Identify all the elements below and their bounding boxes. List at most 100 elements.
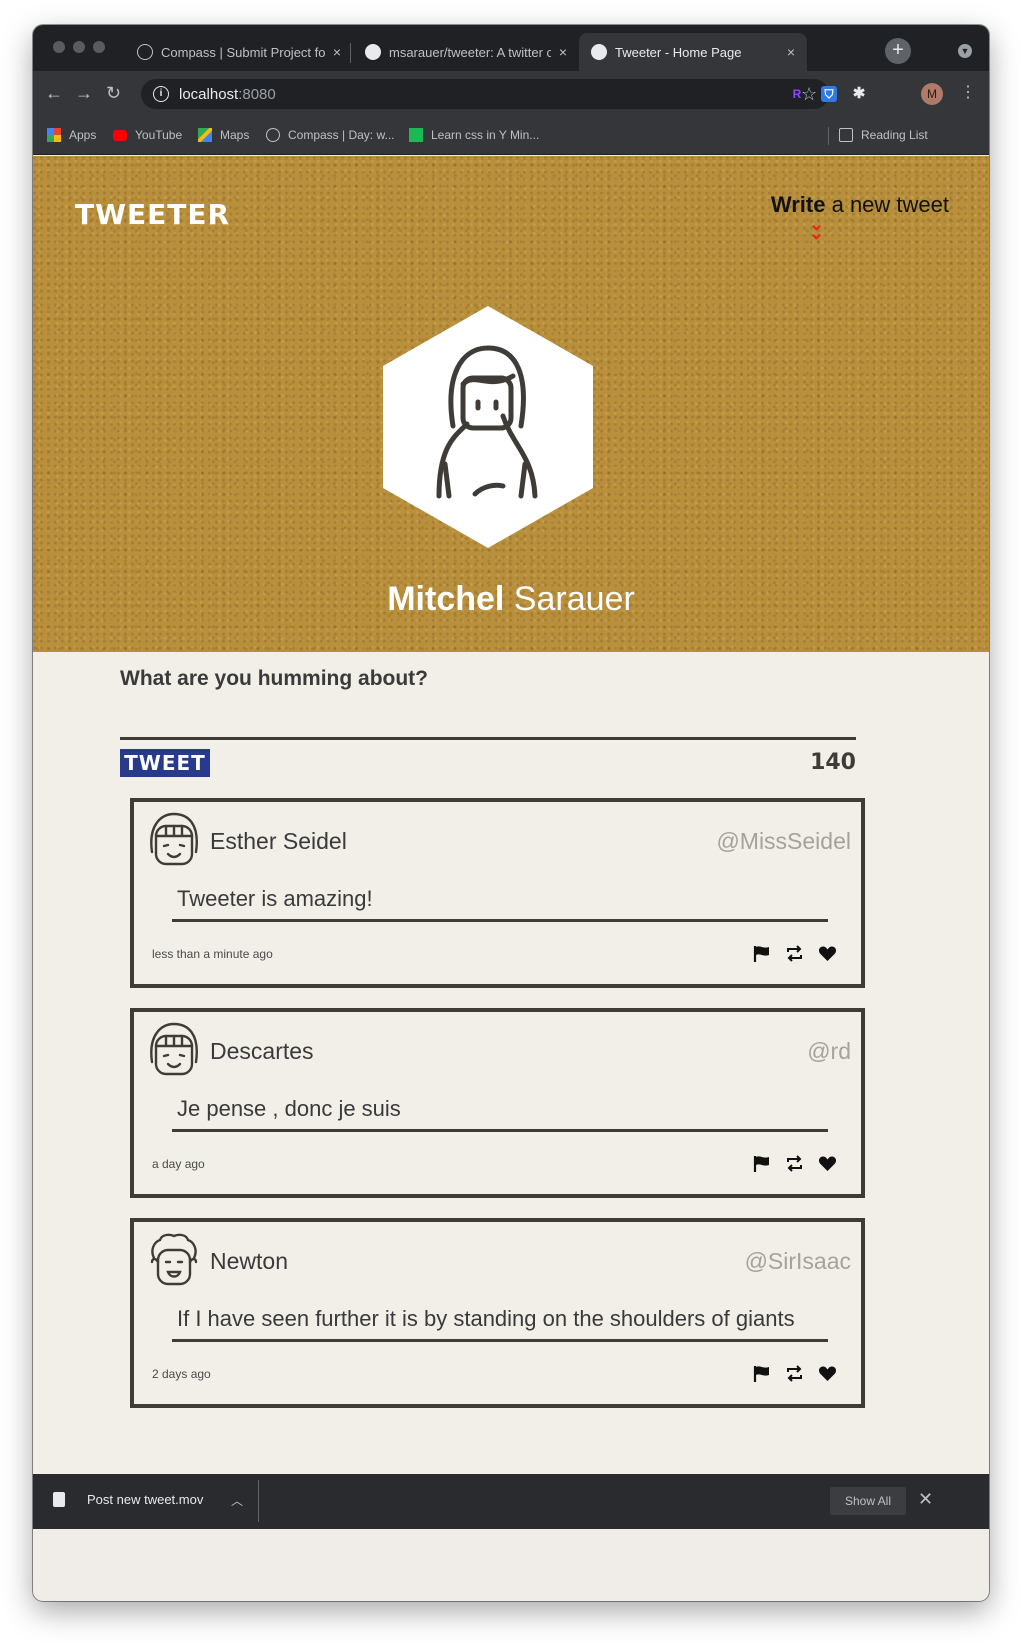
bookmark-compass[interactable]: Compass | Day: w... [266, 128, 394, 142]
new-tab-button[interactable]: + [885, 38, 911, 64]
browser-toolbar: ← → ↻ i localhost:8080 ☆ R ⛉ ✱ M ⋮ [33, 71, 989, 117]
reading-list-button[interactable]: Reading List [839, 128, 928, 142]
brand-logo[interactable]: TWEETER [75, 198, 230, 231]
profile-username: Mitchel Sarauer [33, 580, 989, 619]
download-item[interactable]: Post new tweet.mov [53, 1492, 203, 1507]
close-icon[interactable]: ✕ [918, 1489, 933, 1510]
tab-github[interactable]: msarauer/tweeter: A twitter clo × [353, 33, 579, 71]
window-close-dot[interactable] [53, 41, 65, 53]
tweet-timestamp: a day ago [152, 1157, 205, 1171]
flag-icon[interactable] [752, 944, 771, 963]
tab-title: Tweeter - Home Page [615, 44, 742, 60]
profile-avatar[interactable]: M [921, 83, 943, 105]
bookmark-label: Maps [220, 128, 250, 142]
globe-favicon-icon [591, 44, 607, 60]
tab-close-icon[interactable]: × [333, 44, 341, 60]
bookmarks-bar: Apps YouTube Maps Compass | Day: w... Le… [33, 117, 989, 155]
username-last: Sarauer [504, 580, 635, 618]
tweet-author-handle: @rd [807, 1038, 851, 1064]
tweet-submit-button[interactable]: TWEET [120, 749, 210, 777]
tweeter-page: TWEETER Write a new tweet ⌄ ⌄ Mitchel Sa… [33, 156, 989, 1501]
flag-icon[interactable] [752, 1364, 771, 1383]
compose-prompt: What are you humming about? [120, 667, 428, 690]
tab-search-icon[interactable]: ▼ [958, 44, 972, 58]
username-first: Mitchel [387, 580, 505, 618]
tweet-author-name: Esther Seidel [210, 828, 347, 854]
tab-compass[interactable]: Compass | Submit Project for E × [125, 33, 353, 71]
download-bar: Post new tweet.mov ︿ Show All ✕ [33, 1474, 989, 1529]
browser-window: Compass | Submit Project for E × msaraue… [33, 25, 989, 1601]
tab-separator [350, 43, 351, 63]
user-avatar [383, 306, 593, 548]
tab-strip: Compass | Submit Project for E × msaraue… [33, 25, 989, 71]
chevron-up-icon[interactable]: ︿ [231, 1492, 243, 1509]
flag-icon[interactable] [752, 1154, 771, 1173]
tweet-timestamp: 2 days ago [152, 1367, 211, 1381]
forward-arrow-icon[interactable]: → [75, 83, 93, 103]
compass-icon [266, 128, 280, 142]
tweet-content: If I have seen further it is by standing… [172, 1306, 828, 1342]
tweet-card: Newton @SirIsaac If I have seen further … [130, 1218, 865, 1408]
window-minimize-dot[interactable] [73, 41, 85, 53]
reading-list-label: Reading List [861, 128, 928, 142]
address-bar[interactable]: i localhost:8080 [141, 79, 829, 109]
tab-close-icon[interactable]: × [787, 44, 795, 60]
show-all-button[interactable]: Show All [830, 1487, 906, 1515]
extension-r-icon[interactable]: R [789, 86, 805, 102]
learnxiny-icon [409, 128, 423, 142]
tweet-actions [752, 944, 837, 963]
maps-icon [198, 128, 212, 142]
reload-icon[interactable]: ↻ [106, 83, 121, 103]
back-arrow-icon[interactable]: ← [45, 83, 63, 103]
tweet-card: Esther Seidel @MissSeidel Tweeter is ama… [130, 798, 865, 988]
tweet-avatar [150, 1022, 198, 1076]
address-port: :8080 [238, 85, 276, 103]
write-new-tweet-link[interactable]: Write a new tweet [771, 192, 949, 218]
site-info-icon[interactable]: i [153, 86, 169, 102]
window-zoom-dot[interactable] [93, 41, 105, 53]
profile-header: TWEETER Write a new tweet ⌄ ⌄ Mitchel Sa… [33, 156, 989, 652]
retweet-icon[interactable] [785, 944, 804, 963]
address-host: localhost [179, 85, 239, 103]
tweet-author-handle: @MissSeidel [716, 828, 851, 854]
bookmark-learnxiny[interactable]: Learn css in Y Min... [409, 128, 539, 142]
bitwarden-shield-icon[interactable]: ⛉ [821, 86, 837, 102]
tweet-avatar [150, 1233, 198, 1286]
tab-title: msarauer/tweeter: A twitter clo [389, 44, 551, 60]
browser-menu-icon[interactable]: ⋮ [960, 82, 976, 102]
reading-list-icon [839, 128, 853, 142]
bookmark-label: Learn css in Y Min... [431, 128, 540, 142]
tweet-actions [752, 1154, 837, 1173]
heart-icon[interactable] [818, 1154, 837, 1173]
bookmark-label: YouTube [135, 128, 183, 142]
bookmark-label: Apps [69, 128, 97, 142]
heart-icon[interactable] [818, 1364, 837, 1383]
bookmark-label: Compass | Day: w... [288, 128, 395, 142]
tab-close-icon[interactable]: × [559, 44, 567, 60]
tweet-author-name: Descartes [210, 1038, 314, 1064]
apps-grid-icon [47, 128, 61, 142]
bookmark-youtube[interactable]: YouTube [113, 128, 182, 142]
bookmark-maps[interactable]: Maps [198, 128, 249, 142]
tab-title: Compass | Submit Project for E [161, 44, 325, 60]
double-chevron-down-icon[interactable]: ⌄ ⌄ [809, 215, 824, 242]
retweet-icon[interactable] [785, 1154, 804, 1173]
download-separator [258, 1480, 259, 1522]
retweet-icon[interactable] [785, 1364, 804, 1383]
tweet-avatar [150, 812, 198, 866]
extensions-puzzle-icon[interactable]: ✱ [851, 86, 867, 102]
compose-link-rest: a new tweet [825, 192, 949, 217]
file-icon [53, 1492, 65, 1507]
tab-tweeter[interactable]: Tweeter - Home Page × [579, 33, 807, 71]
bookmarks-separator [828, 127, 829, 145]
tweet-author-name: Newton [210, 1248, 288, 1274]
youtube-icon [113, 129, 127, 141]
tweet-card: Descartes @rd Je pense , donc je suis a … [130, 1008, 865, 1198]
tweet-content: Je pense , donc je suis [172, 1096, 828, 1132]
heart-icon[interactable] [818, 944, 837, 963]
character-counter: 140 [810, 750, 856, 775]
bookmark-apps[interactable]: Apps [47, 128, 96, 142]
tweet-content: Tweeter is amazing! [172, 886, 828, 922]
compose-textarea[interactable] [120, 737, 856, 740]
tweet-actions [752, 1364, 837, 1383]
